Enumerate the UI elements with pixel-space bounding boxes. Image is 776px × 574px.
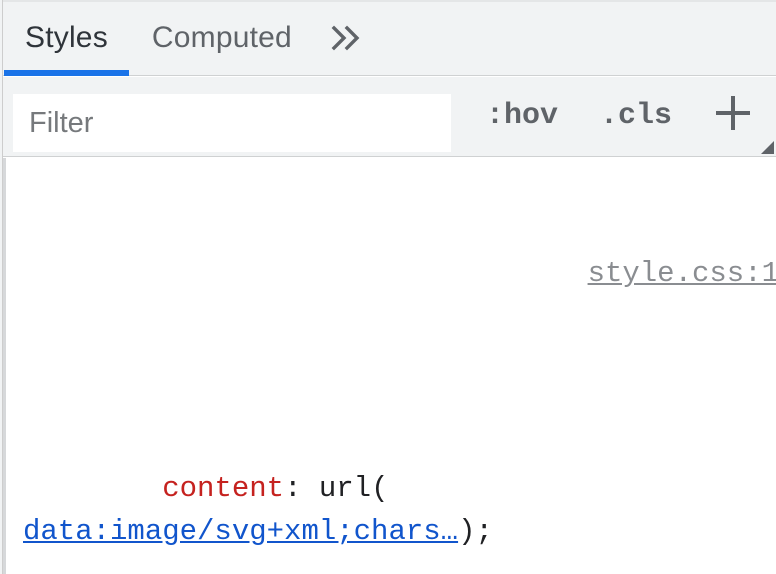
css-value-suffix: ); [458, 515, 493, 548]
css-colon: : [284, 472, 301, 505]
css-rule-header: li::marker { style.css:1 [6, 252, 776, 295]
styles-panel: Styles Computed :hov .cls [0, 0, 776, 574]
stylesheet-origin-link[interactable]: style.css:1 [588, 252, 776, 295]
filter-input[interactable] [13, 94, 451, 152]
css-property-name[interactable]: content [162, 472, 284, 505]
resize-corner-icon[interactable] [761, 141, 774, 154]
tab-computed-label: Computed [152, 21, 292, 55]
styles-toolbar: :hov .cls [3, 77, 776, 157]
new-style-rule-button[interactable] [710, 85, 756, 141]
css-rules-list[interactable]: li::marker { style.css:1 content: url(da… [3, 158, 776, 574]
css-value-prefix: url( [301, 472, 388, 505]
tab-active-underline [4, 70, 129, 76]
tab-styles-label: Styles [25, 21, 108, 55]
css-declaration[interactable]: content: url( data:image/svg+xml;chars…); [6, 424, 776, 574]
toggle-element-classes-button[interactable]: .cls [600, 99, 672, 133]
toggle-pseudo-states-button[interactable]: :hov [486, 99, 558, 133]
panel-tab-bar: Styles Computed [3, 0, 776, 76]
chevron-double-right-icon[interactable] [314, 4, 380, 72]
tab-styles[interactable]: Styles [3, 4, 130, 72]
css-rule-author: li::marker { style.css:1 content: url(da… [3, 158, 776, 574]
tab-computed[interactable]: Computed [130, 4, 314, 72]
css-value-url-link[interactable]: data:image/svg+xml;chars… [23, 515, 458, 548]
tab-list: Styles Computed [3, 4, 380, 72]
